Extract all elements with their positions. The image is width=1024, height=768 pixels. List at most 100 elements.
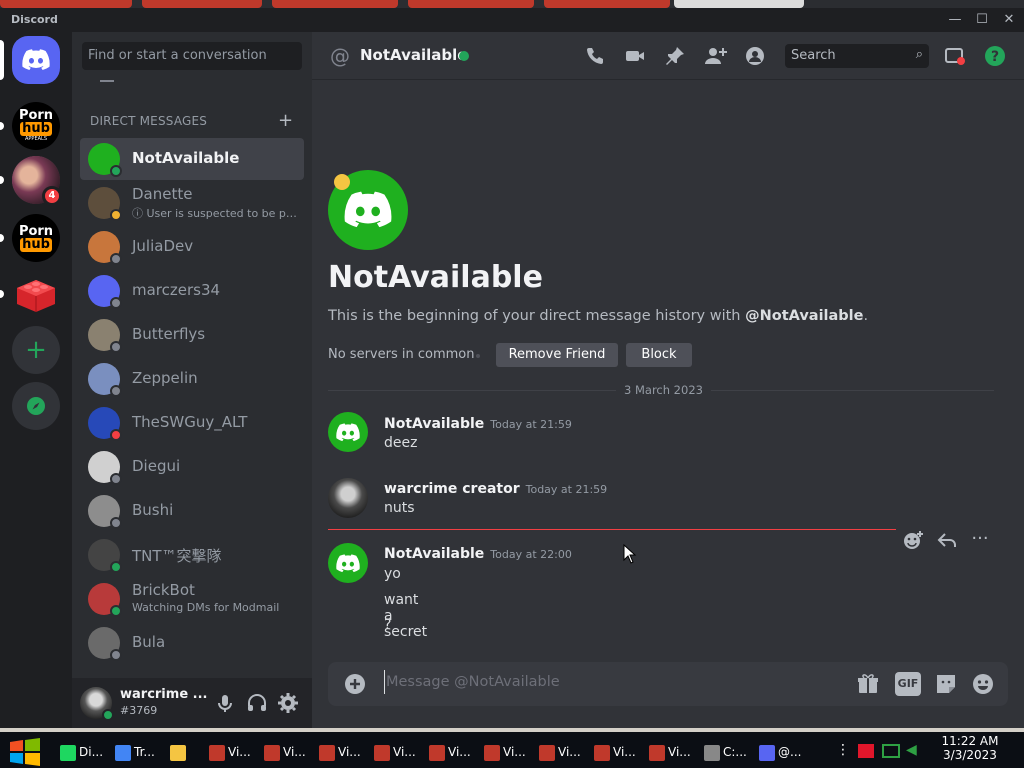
plus-icon[interactable]: + [278,110,293,131]
status-offline-dot [110,253,122,265]
emoji-decoration-icon [334,174,350,190]
add-friend-icon[interactable] [704,45,727,67]
taskbar-item[interactable]: C:... [704,736,756,768]
server-icon-4[interactable] [12,270,60,318]
video-call-icon[interactable] [624,45,646,67]
maximize-icon[interactable]: ☐ [970,11,994,29]
taskbar-app-icon [209,744,225,761]
taskbar-item[interactable]: Vi... [264,736,316,768]
taskbar-item[interactable]: Vi... [594,736,646,768]
dm-item[interactable]: Diegui [80,446,304,488]
start-button[interactable] [8,738,44,766]
message-text: yo [384,566,401,582]
message-timestamp: Today at 22:00 [490,548,572,561]
remove-friend-button[interactable]: Remove Friend [496,343,618,367]
dm-item[interactable]: Zeppelin [80,358,304,400]
taskbar-item[interactable]: Vi... [484,736,536,768]
dm-item[interactable]: Bushi [80,490,304,532]
message-author[interactable]: NotAvailable [384,546,484,562]
network-icon[interactable] [882,744,900,758]
taskbar-item[interactable]: Vi... [319,736,371,768]
dm-name: Zeppelin [132,369,198,387]
dm-item[interactable]: Butterflys [80,314,304,356]
minimize-icon[interactable]: — [943,11,967,29]
reply-icon[interactable] [936,530,958,550]
dm-item[interactable]: JuliaDev [80,226,304,268]
find-conversation-input[interactable]: Find or start a conversation [82,42,302,70]
microphone-icon[interactable] [214,692,236,714]
taskbar-item[interactable]: Vi... [209,736,261,768]
add-server-button[interactable]: + [12,326,60,374]
sticker-icon[interactable] [934,672,958,696]
taskbar-item[interactable]: Tr... [115,736,167,768]
svg-text:?: ? [991,49,999,65]
date-divider-label: 3 March 2023 [616,383,711,397]
close-icon[interactable]: ✕ [997,11,1021,29]
emoji-icon[interactable] [971,672,995,696]
dm-name: Diegui [132,457,181,475]
dm-item[interactable]: NotAvailable [80,138,304,180]
taskbar-item-label: Vi... [668,745,691,759]
user-profile-icon[interactable] [744,45,766,67]
dm-section-title: DIRECT MESSAGES [90,114,208,128]
search-input[interactable]: Search ⌕ [785,44,929,68]
server-label-top: Porn [18,223,54,239]
active-indicator [0,40,4,80]
inbox-icon[interactable] [944,45,966,67]
help-icon[interactable]: ? [984,45,1006,67]
message-author[interactable]: NotAvailable [384,416,484,432]
taskbar-item[interactable]: Vi... [374,736,426,768]
status-online-dot [110,165,122,177]
dm-item[interactable]: Danette ⓘ User is suspected to be part of… [80,182,304,224]
voice-call-icon[interactable] [584,45,606,67]
server-icon-3[interactable]: Porn hub [12,214,60,262]
taskbar-item[interactable]: Di... [60,736,112,768]
dm-item[interactable]: Bula [80,622,304,664]
status-offline-dot [110,341,122,353]
flag-icon[interactable] [858,744,874,758]
dm-item[interactable]: BrickBot Watching DMs for Modmail [80,578,304,620]
taskbar-item[interactable]: @... [759,736,811,768]
taskbar-item-label: Vi... [283,745,306,759]
clock[interactable]: 11:22 AM 3/3/2023 [930,734,1010,762]
avatar[interactable] [328,478,368,518]
explore-button[interactable] [12,382,60,430]
add-attachment-icon[interactable] [344,673,366,695]
home-button[interactable] [12,36,60,84]
taskbar-item-label: @... [778,745,802,759]
taskbar-item[interactable]: Vi... [429,736,481,768]
app-title: Discord [11,13,58,26]
volume-icon[interactable]: ◀ [906,742,917,758]
dm-item[interactable]: marczers34 [80,270,304,312]
taskbar-app-icon [115,744,131,761]
block-button[interactable]: Block [626,343,692,367]
profile-avatar-large[interactable] [328,170,408,250]
taskbar-item[interactable] [170,736,206,768]
server-label-small: APPEALS [25,136,47,142]
server-icon-2[interactable]: 4 [12,156,62,206]
channel-name: NotAvailable [360,46,468,64]
avatar[interactable] [328,543,368,583]
taskbar-item[interactable]: Vi... [539,736,591,768]
message-input[interactable]: Message @NotAvailable [386,674,560,690]
settings-gear-icon[interactable] [277,692,299,714]
gift-icon[interactable] [856,672,880,696]
tab-strip-segment [408,0,534,8]
server-icon-1[interactable]: Porn hub APPEALS [12,102,60,150]
add-reaction-icon[interactable] [902,530,924,550]
more-options-icon[interactable]: ··· [968,528,992,550]
dm-item[interactable]: TheSWGuy_ALT [80,402,304,444]
pinned-messages-icon[interactable] [664,45,686,67]
at-sign-icon: @ [330,44,350,68]
browser-tab-strip [0,0,1024,8]
headphones-icon[interactable] [246,692,268,714]
avatar[interactable] [328,412,368,452]
welcome-intro-user: @NotAvailable [745,308,864,324]
overflow-icon[interactable]: ⋮ [836,742,850,758]
message-author[interactable]: warcrime creator [384,481,520,497]
mention-badge: 4 [42,186,62,206]
taskbar-item[interactable]: Vi... [649,736,701,768]
gif-icon[interactable]: GIF [895,672,921,696]
dm-item[interactable]: TNT™突撃隊 [80,534,304,576]
dm-name: Bushi [132,501,174,519]
